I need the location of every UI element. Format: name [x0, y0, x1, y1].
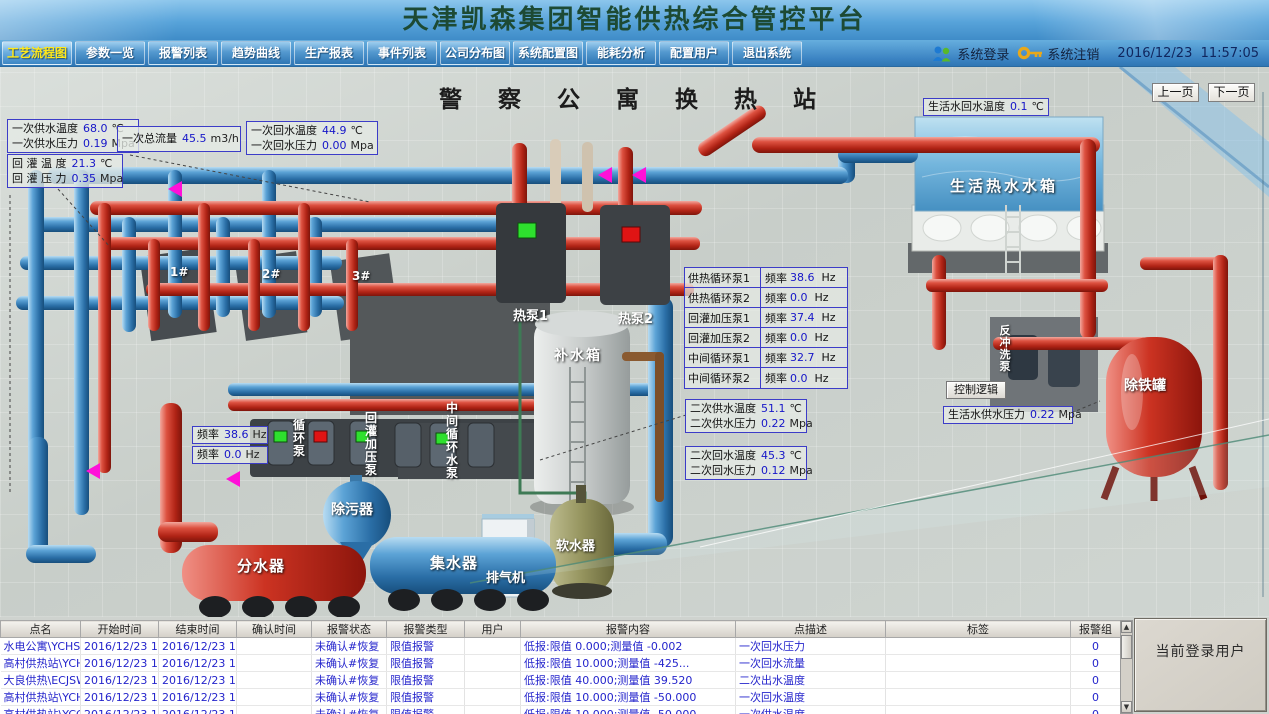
well-2-label: 2#	[262, 267, 280, 281]
collector-label: 集水器	[430, 552, 478, 573]
key-icon	[1017, 45, 1043, 61]
col-alarm-type[interactable]: 报警类型	[387, 621, 465, 638]
heat-pump-1-label: 热泵1	[513, 305, 548, 324]
nav-right-area: 系统登录 系统注销 2016/12/23 11:57:05	[931, 40, 1269, 66]
tab-alarm-list[interactable]: 报警列表	[148, 41, 218, 65]
alarm-table: 点名 开始时间 结束时间 确认时间 报警状态 报警类型 用户 报警内容 点描述 …	[0, 620, 1121, 714]
pump-freq-row: 中间循环泵1频率32.7Hz	[685, 348, 847, 368]
alarm-row[interactable]: 大良供热\ECJSWD2016/12/23 11:55:4...2016/12/…	[1, 672, 1121, 689]
col-alarm-group[interactable]: 报警组	[1071, 621, 1121, 638]
gauge-pump-freq-1: 频率38.6Hz	[192, 426, 268, 444]
pump-freq-row: 供热循环泵2频率0.0Hz	[685, 288, 847, 308]
col-start-time[interactable]: 开始时间	[81, 621, 159, 638]
alarm-row[interactable]: 高村供热站\YCHSLL2016/12/23 11:56:1...2016/12…	[1, 655, 1121, 672]
middle-pump-label: 中间循环水泵	[445, 402, 459, 480]
tab-production-report[interactable]: 生产报表	[294, 41, 364, 65]
col-ack-time[interactable]: 确认时间	[237, 621, 312, 638]
alarm-row[interactable]: 高村供热站\YCHSWD2016/12/23 11:35:4...2016/12…	[1, 689, 1121, 706]
alarm-table-area: 点名 开始时间 结束时间 确认时间 报警状态 报警类型 用户 报警内容 点描述 …	[0, 617, 1269, 714]
scroll-down-button[interactable]: ▼	[1121, 701, 1132, 713]
makeup-tank-label: 补水箱	[554, 345, 602, 365]
tab-event-list[interactable]: 事件列表	[367, 41, 437, 65]
recharge-pump-label: 回灌加压泵	[364, 412, 378, 477]
tab-parameters[interactable]: 参数一览	[75, 41, 145, 65]
scroll-track[interactable]	[1121, 633, 1132, 701]
current-user-label: 当前登录用户	[1135, 641, 1266, 661]
col-alarm-state[interactable]: 报警状态	[312, 621, 387, 638]
col-end-time[interactable]: 结束时间	[159, 621, 237, 638]
process-diagram-scene: 警 察 公 寓 换 热 站 上一页 下一页 控制逻辑 一次供水温度68.0℃ 一…	[0, 67, 1269, 617]
prev-page-button[interactable]: 上一页	[1152, 83, 1199, 102]
pump-freq-row: 回灌加压泵1频率37.4Hz	[685, 308, 847, 328]
tab-process-flow[interactable]: 工艺流程图	[2, 41, 72, 65]
app-header: 天津凯森集团智能供热综合管控平台	[0, 0, 1269, 40]
datetime-display: 2016/12/23 11:57:05	[1117, 46, 1259, 61]
exhaust-unit-label: 排气机	[486, 567, 525, 586]
gauge-secondary-supply: 二次供水温度51.1℃ 二次供水压力0.22Mpa	[685, 399, 807, 433]
system-logout-label: 系统注销	[1047, 44, 1099, 63]
col-alarm-content[interactable]: 报警内容	[521, 621, 736, 638]
gauge-secondary-return: 二次回水温度45.3℃ 二次回水压力0.12Mpa	[685, 446, 807, 480]
circulation-pump-label: 循环泵	[292, 419, 306, 458]
pump-freq-row: 回灌加压泵2频率0.0Hz	[685, 328, 847, 348]
station-title: 警 察 公 寓 换 热 站	[0, 80, 1269, 114]
system-login-button[interactable]: 系统登录	[931, 44, 1009, 63]
alarm-row[interactable]: 高村供热站\YCGSWD2016/12/23 11:24:2...2016/12…	[1, 706, 1121, 714]
iron-tank-label: 除铁罐	[1124, 375, 1166, 395]
gauge-living-supply-pressure: 生活水供水压力0.22Mpa	[943, 406, 1073, 424]
well-3-label: 3#	[352, 269, 370, 283]
users-icon	[931, 45, 953, 62]
tab-exit-system[interactable]: 退出系统	[732, 41, 802, 65]
hot-water-tank-label: 生活热水水箱	[950, 175, 1058, 196]
tab-user-config[interactable]: 配置用户	[659, 41, 729, 65]
system-logout-button[interactable]: 系统注销	[1017, 44, 1099, 63]
current-user-panel: 当前登录用户	[1134, 618, 1267, 712]
col-point-name[interactable]: 点名	[1, 621, 81, 638]
distributor-label: 分水器	[237, 555, 285, 576]
pump-frequency-table: 供热循环泵1频率38.6Hz 供热循环泵2频率0.0Hz 回灌加压泵1频率37.…	[684, 267, 848, 389]
app-title: 天津凯森集团智能供热综合管控平台	[0, 0, 1269, 40]
gauge-primary-return: 一次回水温度44.9℃ 一次回水压力0.00Mpa	[246, 121, 378, 155]
system-login-label: 系统登录	[957, 44, 1009, 63]
main-nav: 工艺流程图 参数一览 报警列表 趋势曲线 生产报表 事件列表 公司分布图 系统配…	[0, 40, 1269, 67]
decontaminator-label: 除污器	[331, 499, 373, 519]
table-scrollbar[interactable]: ▲ ▼	[1120, 620, 1133, 714]
backwash-pump-label: 反冲洗泵	[998, 325, 1012, 373]
scroll-up-button[interactable]: ▲	[1121, 621, 1132, 633]
heat-pump-2-label: 热泵2	[618, 308, 653, 327]
col-tag[interactable]: 标签	[886, 621, 1071, 638]
gauge-recharge: 回 灌 温 度21.3℃ 回 灌 压 力0.35Mpa	[7, 154, 123, 188]
gauge-total-flow: 一次总流量45.5m3/h	[117, 126, 241, 152]
col-user[interactable]: 用户	[465, 621, 521, 638]
tab-trend-curves[interactable]: 趋势曲线	[221, 41, 291, 65]
alarm-row[interactable]: 水电公寓\YCHSYL2016/12/23 11:56:4...2016/12/…	[1, 638, 1121, 655]
col-point-desc[interactable]: 点描述	[736, 621, 886, 638]
gauge-pump-freq-2: 频率0.0Hz	[192, 446, 268, 464]
well-1-label: 1#	[170, 265, 188, 279]
softener-label: 软水器	[556, 535, 595, 554]
next-page-button[interactable]: 下一页	[1208, 83, 1255, 102]
tab-system-config[interactable]: 系统配置图	[513, 41, 583, 65]
pump-freq-row: 供热循环泵1频率38.6Hz	[685, 268, 847, 288]
pump-freq-row: 中间循环泵2频率0.0Hz	[685, 368, 847, 388]
control-logic-button[interactable]: 控制逻辑	[946, 381, 1006, 399]
alarm-header-row: 点名 开始时间 结束时间 确认时间 报警状态 报警类型 用户 报警内容 点描述 …	[1, 621, 1121, 638]
tab-energy-analysis[interactable]: 能耗分析	[586, 41, 656, 65]
tab-company-map[interactable]: 公司分布图	[440, 41, 510, 65]
gauge-living-return-temp: 生活水回水温度0.1℃	[923, 98, 1049, 116]
scroll-thumb[interactable]	[1121, 635, 1132, 659]
